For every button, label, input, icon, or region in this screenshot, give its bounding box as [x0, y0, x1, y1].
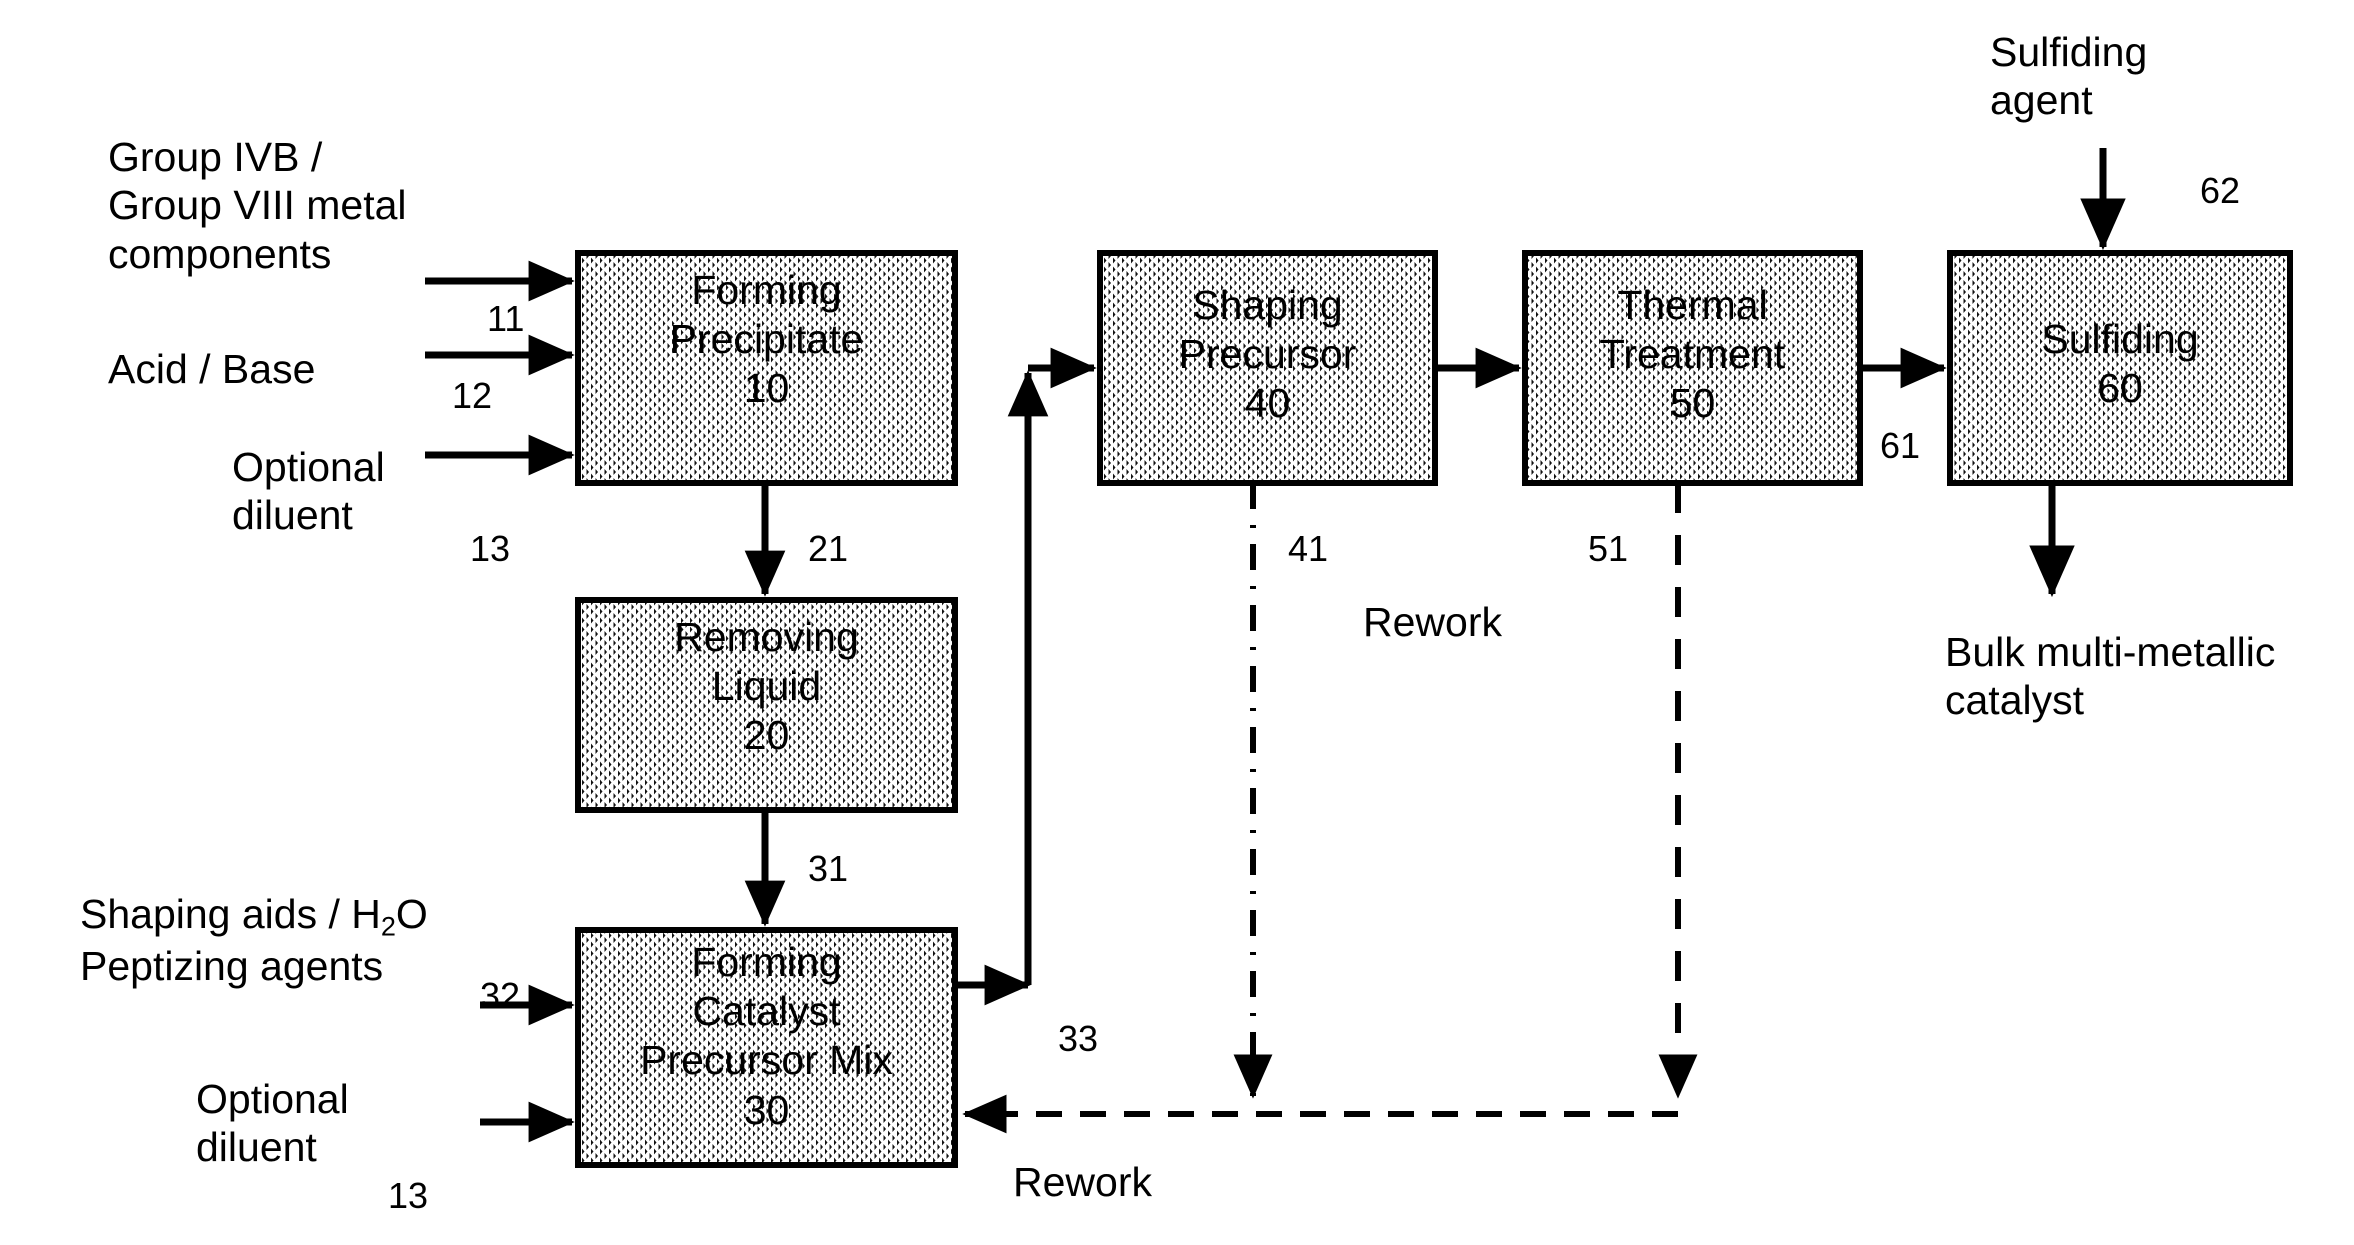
box-shaping-precursor	[1097, 250, 1438, 486]
label-rework-lower: Rework	[1013, 1159, 1152, 1205]
ref-51: 51	[1588, 528, 1629, 569]
label-optional-diluent-top: Optional diluent	[232, 444, 385, 539]
ref-13-bottom: 13	[388, 1175, 429, 1216]
label-rework-upper: Rework	[1363, 599, 1502, 645]
water-subscript: 2	[380, 911, 396, 942]
label-optional-diluent-bottom: Optional diluent	[196, 1076, 349, 1171]
ref-41: 41	[1288, 528, 1329, 569]
box-thermal-treatment	[1522, 250, 1863, 486]
ref-61: 61	[1880, 425, 1921, 466]
shaping-aids-text: Shaping aids / H	[80, 891, 381, 937]
ref-21: 21	[808, 528, 849, 569]
ref-32: 32	[480, 975, 521, 1016]
box-forming-catalyst-precursor-mix	[575, 927, 958, 1168]
connector-30-to-40	[955, 347, 1097, 1006]
water-oxygen: O	[395, 891, 428, 937]
process-flow-diagram: Forming Precipitate 10 Removing Liquid 2…	[0, 0, 2354, 1245]
ref-31: 31	[808, 848, 849, 889]
ref-62: 62	[2200, 170, 2241, 211]
label-sulfiding-agent: Sulfiding agent	[1990, 29, 2148, 124]
label-peptizing-agents: Peptizing agents	[80, 943, 384, 989]
label-metal-components: Group IVB / Group VIII metal components	[108, 134, 407, 277]
box-sulfiding	[1947, 250, 2293, 486]
box-forming-precipitate	[575, 250, 958, 486]
box-removing-liquid	[575, 597, 958, 813]
ref-11: 11	[487, 298, 525, 339]
label-bulk-multi-metallic-catalyst: Bulk multi-metallic catalyst	[1945, 629, 2276, 724]
ref-13-top: 13	[470, 528, 511, 569]
ref-33: 33	[1058, 1018, 1099, 1059]
label-shaping-aids-water: Shaping aids / H2O	[80, 890, 428, 943]
ref-12: 12	[452, 375, 493, 416]
label-acid-base: Acid / Base	[108, 346, 316, 392]
